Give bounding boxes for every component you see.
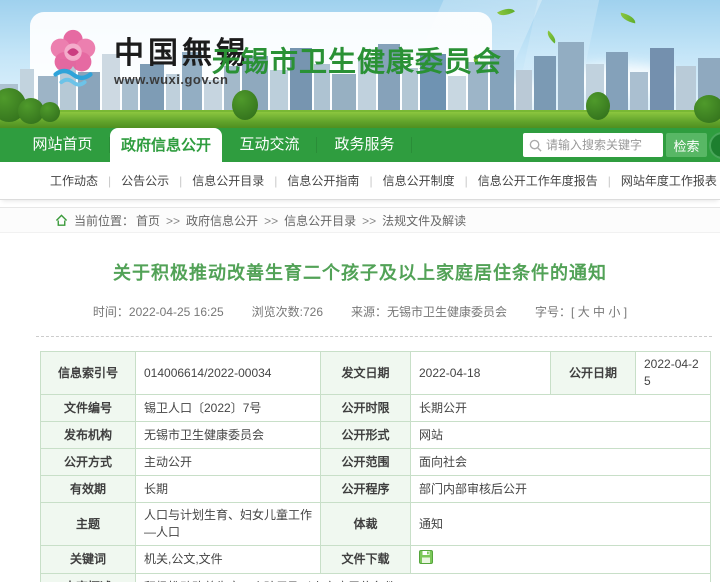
- field-value: 2022-04-18: [411, 352, 551, 395]
- field-label: 体裁: [321, 503, 411, 546]
- submenu-link[interactable]: 信息公开工作年度报告: [478, 174, 598, 188]
- floppy-disk-icon[interactable]: [419, 550, 433, 564]
- info-table: 信息索引号014006614/2022-00034发文日期2022-04-18公…: [40, 351, 711, 582]
- tree-decoration: [40, 102, 60, 122]
- table-row: 有效期长期公开程序部门内部审核后公开: [41, 476, 711, 503]
- site-banner: 中国無锡 www.wuxi.gov.cn 无锡市卫生健康委员会: [0, 0, 720, 128]
- submenu-link[interactable]: 信息公开目录: [192, 174, 264, 188]
- field-value: 人口与计划生育、妇女儿童工作—人口: [136, 503, 321, 546]
- submenu-link[interactable]: 信息公开制度: [383, 174, 455, 188]
- breadcrumb-link[interactable]: 法规文件及解读: [382, 214, 466, 228]
- field-label: 公开形式: [321, 422, 411, 449]
- nav-tab[interactable]: 政府信息公开: [110, 128, 222, 166]
- field-value: 部门内部审核后公开: [411, 476, 711, 503]
- submenu-link[interactable]: 公告公示: [121, 174, 169, 188]
- field-value: 面向社会: [411, 449, 711, 476]
- main-nav: 网站首页政府信息公开互动交流政务服务 检索: [0, 128, 720, 162]
- breadcrumb: 当前位置： 首页 >> 政府信息公开 >> 信息公开目录 >> 法规文件及解读: [0, 207, 720, 233]
- table-row: 信息索引号014006614/2022-00034发文日期2022-04-18公…: [41, 352, 711, 395]
- table-row: 公开方式主动公开公开范围面向社会: [41, 449, 711, 476]
- submenu-separator: |: [369, 174, 372, 188]
- field-value: 通知: [411, 503, 711, 546]
- field-value: 014006614/2022-00034: [136, 352, 321, 395]
- breadcrumb-link[interactable]: 政府信息公开: [186, 214, 258, 228]
- site-title: 无锡市卫生健康委员会: [212, 40, 502, 80]
- field-label: 公开方式: [41, 449, 136, 476]
- field-label: 主题: [41, 503, 136, 546]
- field-label: 发布机构: [41, 422, 136, 449]
- breadcrumb-separator: >>: [264, 214, 278, 228]
- submenu-separator: |: [108, 174, 111, 188]
- field-label: 文件编号: [41, 395, 136, 422]
- search-box: [523, 133, 663, 157]
- breadcrumb-separator: >>: [166, 214, 180, 228]
- field-label: 公开日期: [551, 352, 636, 395]
- search-input[interactable]: [546, 138, 650, 152]
- table-row: 内容概述积极推动改善生育二个孩子及以上家庭居住条件: [41, 574, 711, 582]
- submenu: 工作动态 | 公告公示 | 信息公开目录 | 信息公开指南 | 信息公开制度 | 信息公开工作年度报…: [0, 162, 720, 200]
- tree-decoration: [586, 92, 610, 120]
- submenu-separator: |: [274, 174, 277, 188]
- font-size-controls[interactable]: 字号：[ 大 中 小 ]: [535, 305, 627, 319]
- field-value: 积极推动改善生育二个孩子及以上家庭居住条件: [136, 574, 711, 582]
- page-title: 关于积极推动改善生育二个孩子及以上家庭居住条件的通知: [0, 259, 720, 285]
- article-meta: 时间：2022-04-25 16:25 浏览次数:726 来源：无锡市卫生健康委员会…: [0, 303, 720, 320]
- field-label: 公开时限: [321, 395, 411, 422]
- field-label: 关键词: [41, 546, 136, 574]
- field-value: [411, 546, 711, 574]
- info-table-body: 信息索引号014006614/2022-00034发文日期2022-04-18公…: [41, 352, 711, 582]
- home-icon: [55, 214, 68, 227]
- table-row: 关键词机关,公文,文件文件下载: [41, 546, 711, 574]
- submenu-separator: |: [608, 174, 611, 188]
- field-value: 机关,公文,文件: [136, 546, 321, 574]
- field-value: 锡卫人口〔2022〕7号: [136, 395, 321, 422]
- magnifier-icon: [529, 139, 542, 152]
- meta-item: 时间：2022-04-25 16:25: [93, 305, 224, 319]
- nav-tab[interactable]: 互动交流: [222, 128, 317, 162]
- nav-tab[interactable]: 网站首页: [15, 128, 110, 162]
- table-row: 文件编号锡卫人口〔2022〕7号公开时限长期公开: [41, 395, 711, 422]
- field-label: 内容概述: [41, 574, 136, 582]
- field-label: 信息索引号: [41, 352, 136, 395]
- search-button[interactable]: 检索: [666, 133, 707, 157]
- field-label: 发文日期: [321, 352, 411, 395]
- field-value: 主动公开: [136, 449, 321, 476]
- tree-decoration: [694, 95, 720, 123]
- breadcrumb-link[interactable]: 首页: [136, 214, 160, 228]
- grass-decoration: [0, 110, 720, 128]
- meta-item: 来源：无锡市卫生健康委员会: [351, 305, 507, 319]
- submenu-link[interactable]: 工作动态: [50, 174, 98, 188]
- field-value: 无锡市卫生健康委员会: [136, 422, 321, 449]
- leaf-decoration: [619, 13, 636, 24]
- nav-tab[interactable]: 政务服务: [317, 128, 412, 162]
- breadcrumb-link[interactable]: 信息公开目录: [284, 214, 356, 228]
- table-row: 主题人口与计划生育、妇女儿童工作—人口体裁通知: [41, 503, 711, 546]
- field-label: 公开程序: [321, 476, 411, 503]
- submenu-separator: |: [179, 174, 182, 188]
- field-label: 有效期: [41, 476, 136, 503]
- breadcrumb-separator: >>: [362, 214, 376, 228]
- breadcrumb-prefix: 当前位置：: [74, 212, 134, 229]
- field-value: 网站: [411, 422, 711, 449]
- field-value: 长期: [136, 476, 321, 503]
- submenu-link[interactable]: 网站年度工作报表: [621, 174, 717, 188]
- submenu-link[interactable]: 信息公开指南: [287, 174, 359, 188]
- field-label: 文件下载: [321, 546, 411, 574]
- meta-item: 浏览次数:726: [252, 305, 323, 319]
- dashed-divider: [36, 336, 712, 337]
- submenu-separator: |: [465, 174, 468, 188]
- plum-blossom-icon: [42, 26, 104, 88]
- field-value: 2022-04-25: [636, 352, 711, 395]
- field-label: 公开范围: [321, 449, 411, 476]
- field-value: 长期公开: [411, 395, 711, 422]
- breadcrumb-items: 首页 >> 政府信息公开 >> 信息公开目录 >> 法规文件及解读: [134, 212, 468, 229]
- tree-decoration: [232, 90, 258, 120]
- table-row: 发布机构无锡市卫生健康委员会公开形式网站: [41, 422, 711, 449]
